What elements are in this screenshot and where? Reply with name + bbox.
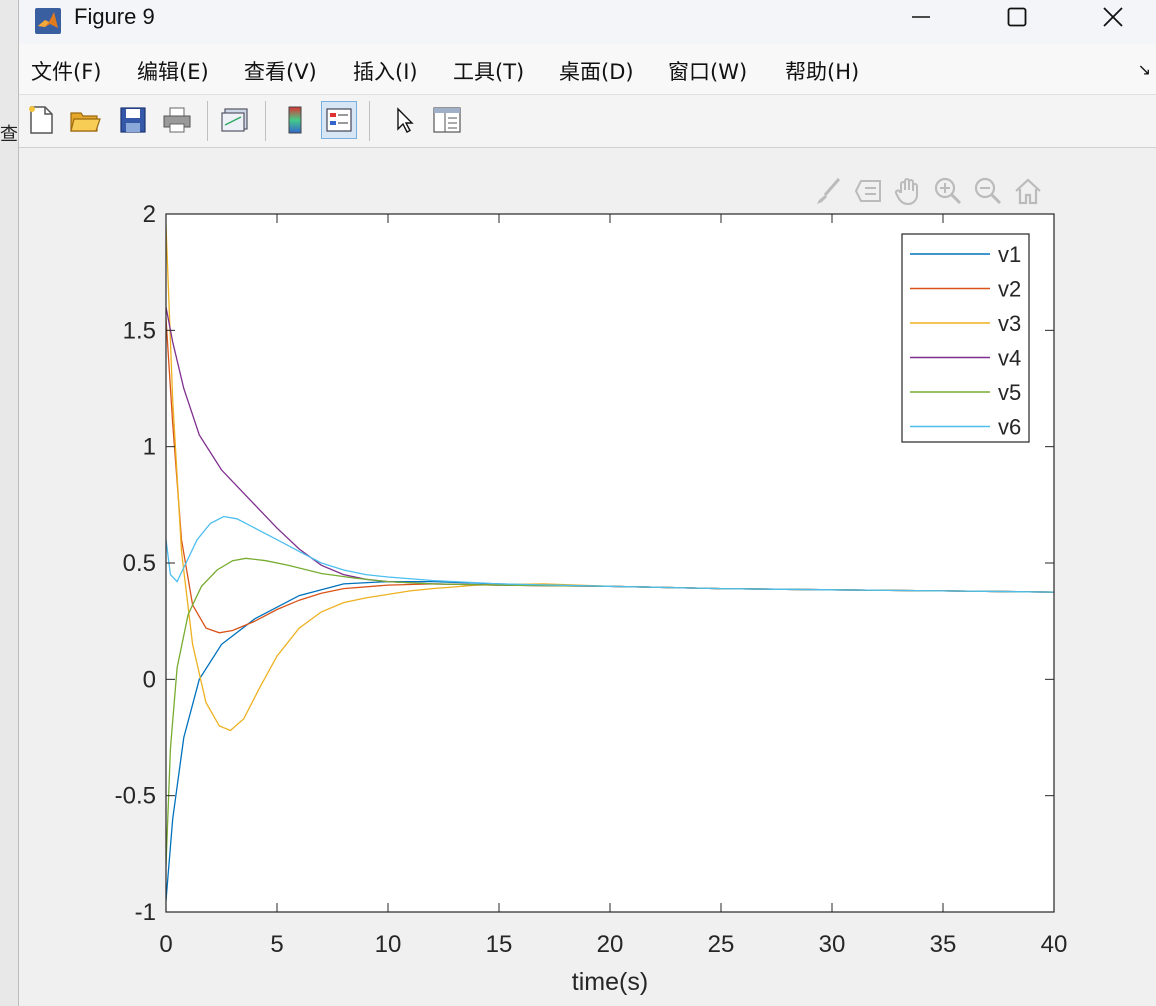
property-inspector-button[interactable] <box>429 101 465 139</box>
minimize-icon <box>912 16 930 18</box>
background-window: 查 <box>0 0 20 1006</box>
zoom-in-icon <box>934 177 962 205</box>
matlab-logo-icon <box>35 8 61 34</box>
edit-plot-button[interactable] <box>385 101 421 139</box>
brush-button[interactable] <box>809 172 847 210</box>
background-window-text: 查 <box>0 124 18 145</box>
save-icon <box>120 107 146 133</box>
menu-window[interactable]: 窗口(W) <box>668 56 747 86</box>
open-file-button[interactable] <box>67 101 103 139</box>
zoom-out-icon <box>974 177 1002 205</box>
toolbar-separator <box>265 101 266 141</box>
print-icon <box>163 107 191 133</box>
axes-toolbar <box>809 172 1047 210</box>
figure-toolbar <box>19 95 1156 148</box>
pan-icon <box>894 178 918 206</box>
new-figure-icon <box>29 106 53 134</box>
menu-overflow-icon[interactable]: ↘ <box>1138 60 1151 80</box>
legend-icon <box>326 108 352 132</box>
property-inspector-icon <box>433 107 461 133</box>
open-file-icon <box>70 112 101 132</box>
brush-icon <box>817 178 841 204</box>
menu-bar: 文件(F) 编辑(E) 查看(V) 插入(I) 工具(T) 桌面(D) 窗口(W… <box>19 44 1156 95</box>
menu-file[interactable]: 文件(F) <box>31 56 101 86</box>
maximize-icon <box>1007 7 1027 27</box>
pan-button[interactable] <box>889 172 927 210</box>
close-button[interactable] <box>1083 0 1143 34</box>
menu-insert[interactable]: 插入(I) <box>353 56 418 86</box>
data-tips-icon <box>854 180 881 202</box>
title-bar[interactable]: Figure 9 <box>19 0 1156 44</box>
menu-edit[interactable]: 编辑(E) <box>137 56 209 86</box>
menu-tools[interactable]: 工具(T) <box>453 56 524 86</box>
new-figure-button[interactable] <box>23 101 59 139</box>
menu-desktop[interactable]: 桌面(D) <box>559 56 634 86</box>
link-plot-button[interactable] <box>217 101 253 139</box>
minimize-button[interactable] <box>891 0 951 34</box>
colorbar-button[interactable] <box>277 101 313 139</box>
data-tips-button[interactable] <box>849 172 887 210</box>
home-button[interactable] <box>1009 172 1047 210</box>
edit-plot-icon <box>397 107 414 133</box>
save-button[interactable] <box>115 101 151 139</box>
figure-canvas <box>19 148 1156 1006</box>
home-icon <box>1015 178 1041 205</box>
figure-window: Figure 9 文件(F) 编辑(E) 查看(V) 插入(I) 工具(T) 桌… <box>18 0 1156 1006</box>
print-button[interactable] <box>159 101 195 139</box>
link-plot-icon <box>221 108 248 132</box>
legend-button[interactable] <box>321 101 357 139</box>
maximize-button[interactable] <box>987 0 1047 34</box>
window-title: Figure 9 <box>74 4 155 29</box>
close-icon <box>1103 7 1123 27</box>
toolbar-separator <box>207 101 208 141</box>
colorbar-icon <box>288 106 302 134</box>
menu-help[interactable]: 帮助(H) <box>785 56 859 86</box>
zoom-in-button[interactable] <box>929 172 967 210</box>
zoom-out-button[interactable] <box>969 172 1007 210</box>
toolbar-separator <box>369 101 370 141</box>
menu-view[interactable]: 查看(V) <box>244 56 317 86</box>
